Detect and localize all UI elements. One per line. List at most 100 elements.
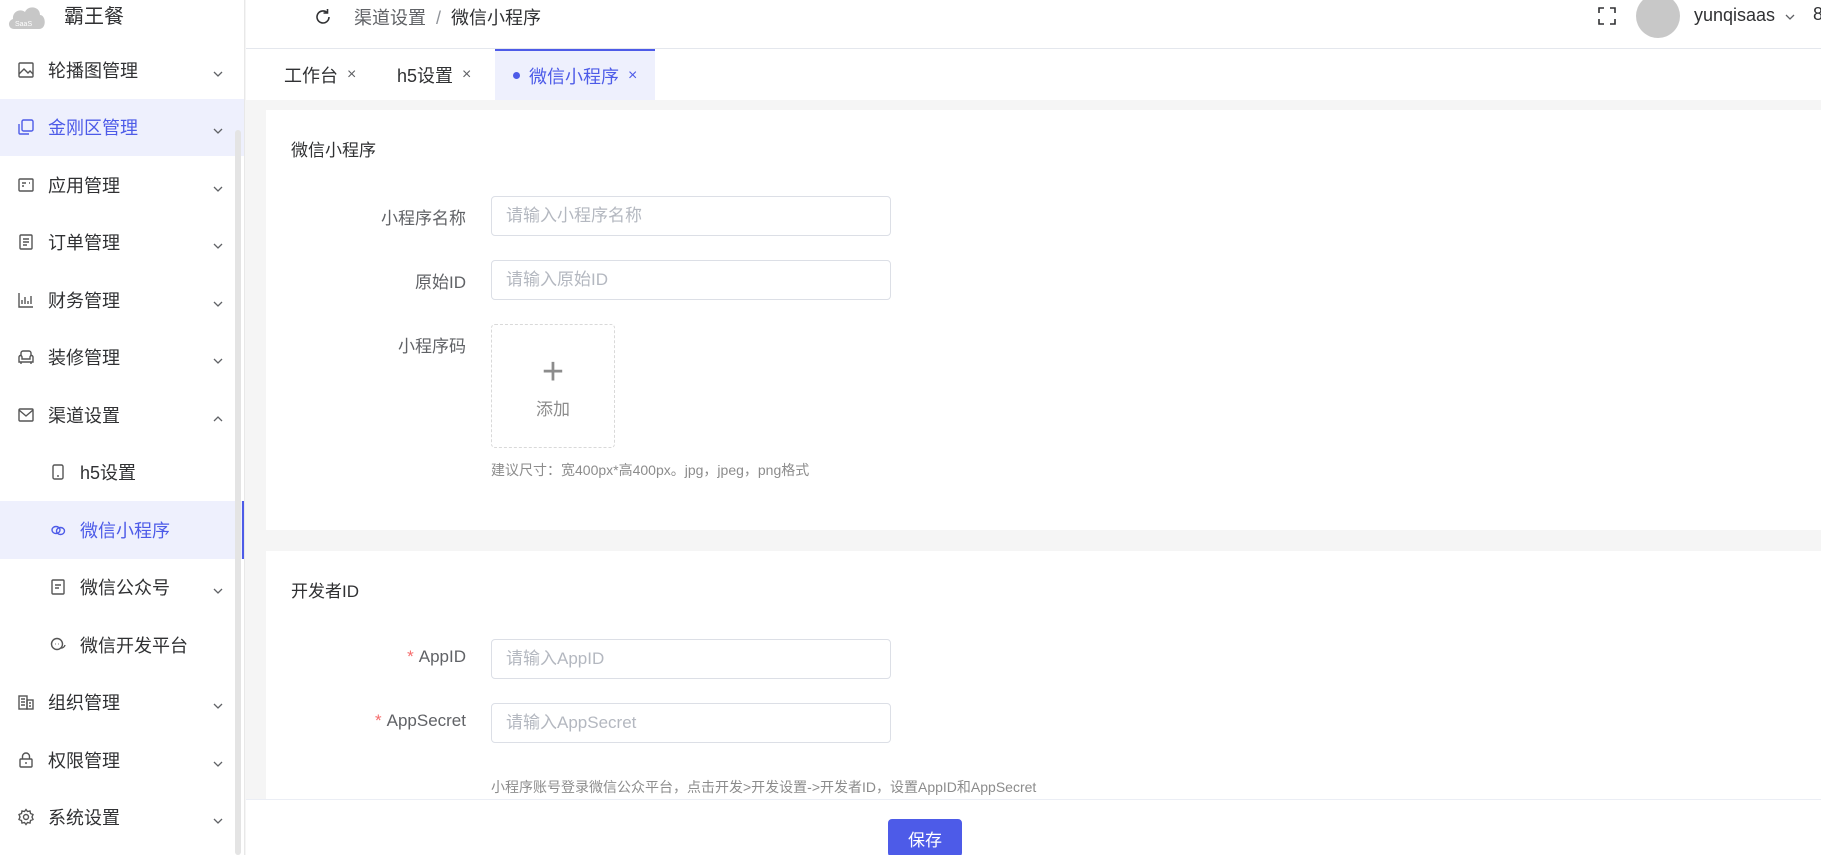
chevron-down-icon — [212, 294, 224, 307]
chevron-down-icon — [212, 179, 224, 192]
tab-label: 工作台 — [284, 65, 338, 86]
username[interactable]: yunqisaas — [1694, 5, 1775, 26]
chevron-down-icon — [212, 811, 224, 825]
image-icon — [16, 60, 36, 80]
tab-label: h5设置 — [397, 65, 454, 86]
appid-label: * AppID — [407, 647, 466, 666]
sidebar-item-label: 金刚区管理 — [48, 118, 138, 139]
sidebar-item-label: 组织管理 — [48, 693, 120, 714]
app-name: 霸王餐 — [64, 5, 124, 28]
chevron-down-icon — [212, 754, 224, 767]
sidebar-item-channels[interactable]: 渠道设置 — [0, 386, 244, 444]
sidebar-item-label: 微信开发平台 — [80, 635, 188, 656]
svg-text:SaaS: SaaS — [15, 21, 32, 28]
app-card-icon — [16, 175, 36, 195]
lock-icon — [16, 750, 36, 770]
top-header: 渠道设置 / 微信小程序 yunqisaas 8 — [246, 0, 1821, 49]
breadcrumb-item[interactable]: 渠道设置 — [354, 8, 426, 28]
fullscreen-icon[interactable] — [1596, 5, 1618, 27]
sidebar-item-h5-settings[interactable]: h5设置 — [0, 444, 244, 502]
sidebar-menu: 轮播图管理 金刚区管理 应用管理 订单管理 财务管理 装修管理 渠道设置 h5设… — [0, 41, 244, 846]
tab-workbench[interactable]: 工作台 × — [266, 49, 374, 100]
document-icon — [16, 232, 36, 252]
upload-hint: 建议尺寸：宽400px*高400px。jpg，jpeg，png格式 — [491, 462, 810, 478]
sidebar-item-apps[interactable]: 应用管理 — [0, 156, 244, 214]
developer-id-card: 开发者ID *AppID *AppSecret 小程序账号登录微信公众平台，点击… — [266, 551, 1821, 811]
avatar[interactable] — [1636, 0, 1680, 38]
chat-icon — [48, 635, 68, 655]
sidebar-item-label: 应用管理 — [48, 175, 120, 196]
sidebar-item-label: 轮播图管理 — [48, 60, 138, 81]
sidebar-item-label: h5设置 — [80, 463, 137, 484]
clipped-header-item: 8 — [1813, 4, 1821, 24]
sidebar-item-label: 装修管理 — [48, 348, 120, 369]
original-id-label: 原始ID — [415, 273, 466, 292]
close-icon[interactable]: × — [628, 67, 637, 85]
sidebar: SaaS 霸王餐 轮播图管理 金刚区管理 应用管理 订单管理 财务管理 装修管理… — [0, 0, 245, 855]
chevron-down-icon — [212, 696, 224, 710]
sidebar-item-diamond-zone[interactable]: 金刚区管理 — [0, 98, 244, 156]
upload-label: 添加 — [536, 399, 570, 419]
sidebar-item-wechat-open-platform[interactable]: 微信开发平台 — [0, 616, 244, 674]
chevron-down-icon[interactable] — [1784, 10, 1796, 22]
developer-id-hint: 小程序账号登录微信公众平台，点击开发>开发设置->开发者ID，设置AppID和A… — [491, 779, 1037, 795]
clipped-menu-item — [16, 30, 106, 38]
sidebar-item-wechat-miniprogram[interactable]: 微信小程序 — [0, 501, 244, 559]
sidebar-item-organization[interactable]: 组织管理 — [0, 674, 244, 732]
close-icon[interactable]: × — [347, 66, 356, 84]
chevron-down-icon — [212, 351, 224, 365]
original-id-input[interactable] — [491, 260, 891, 300]
sidebar-scrollbar[interactable] — [235, 130, 241, 855]
required-mark: * — [374, 711, 382, 730]
breadcrumb-current: 微信小程序 — [451, 8, 542, 28]
appsecret-input[interactable] — [491, 703, 891, 743]
sidebar-item-wechat-official-account[interactable]: 微信公众号 — [0, 559, 244, 617]
sidebar-item-permissions[interactable]: 权限管理 — [0, 731, 244, 789]
tab-h5-settings[interactable]: h5设置 × — [379, 49, 489, 100]
breadcrumb: 渠道设置 / 微信小程序 — [354, 4, 541, 30]
cloud-logo-icon: SaaS — [6, 3, 46, 31]
section-title: 开发者ID — [291, 582, 359, 601]
sidebar-item-system-settings[interactable]: 系统设置 — [0, 789, 244, 847]
sidebar-item-carousel[interactable]: 轮播图管理 — [0, 41, 244, 99]
footer-bar: 保存 — [246, 799, 1821, 855]
upload-button[interactable]: + 添加 — [491, 324, 615, 448]
sidebar-item-decoration[interactable]: 装修管理 — [0, 329, 244, 387]
sidebar-item-finance[interactable]: 财务管理 — [0, 271, 244, 329]
sidebar-item-label: 系统设置 — [48, 808, 120, 829]
breadcrumb-separator: / — [436, 8, 442, 28]
chart-icon — [16, 290, 36, 310]
save-button[interactable]: 保存 — [888, 819, 962, 855]
tabs-bar: 工作台 × h5设置 × 微信小程序 × — [246, 49, 1821, 100]
tab-label: 微信小程序 — [529, 66, 619, 87]
appsecret-label: * AppSecret — [374, 711, 466, 730]
sidebar-item-label: 权限管理 — [48, 750, 120, 771]
doc-icon — [48, 577, 68, 597]
sidebar-item-label: 订单管理 — [48, 233, 120, 254]
active-dot-icon — [513, 72, 520, 79]
miniprogram-code-label: 小程序码 — [398, 337, 466, 356]
chevron-up-icon — [212, 409, 224, 422]
close-icon[interactable]: × — [462, 66, 471, 84]
refresh-icon[interactable] — [312, 6, 334, 28]
section-title: 微信小程序 — [291, 141, 376, 160]
sidebar-item-label: 财务管理 — [48, 290, 120, 311]
building-icon — [16, 692, 36, 712]
chevron-down-icon — [212, 121, 224, 135]
chain-icon — [48, 520, 68, 540]
sidebar-item-orders[interactable]: 订单管理 — [0, 214, 244, 272]
logo[interactable]: SaaS 霸王餐 — [0, 0, 244, 34]
chevron-down-icon — [212, 236, 224, 250]
miniprogram-name-input[interactable] — [491, 196, 891, 236]
sidebar-item-label: 渠道设置 — [48, 405, 120, 426]
miniprogram-name-label: 小程序名称 — [381, 209, 466, 228]
copy-icon — [16, 117, 36, 137]
mail-icon — [16, 405, 36, 425]
sidebar-item-label: 微信公众号 — [80, 578, 170, 599]
miniprogram-card: 微信小程序 小程序名称 原始ID 小程序码 + 添加 建议尺寸：宽400px*高… — [266, 110, 1821, 530]
tab-wechat-miniprogram[interactable]: 微信小程序 × — [495, 49, 656, 100]
chevron-down-icon — [212, 64, 224, 77]
required-mark: * — [407, 647, 414, 666]
appid-input[interactable] — [491, 639, 891, 679]
sidebar-item-label: 微信小程序 — [80, 520, 170, 541]
